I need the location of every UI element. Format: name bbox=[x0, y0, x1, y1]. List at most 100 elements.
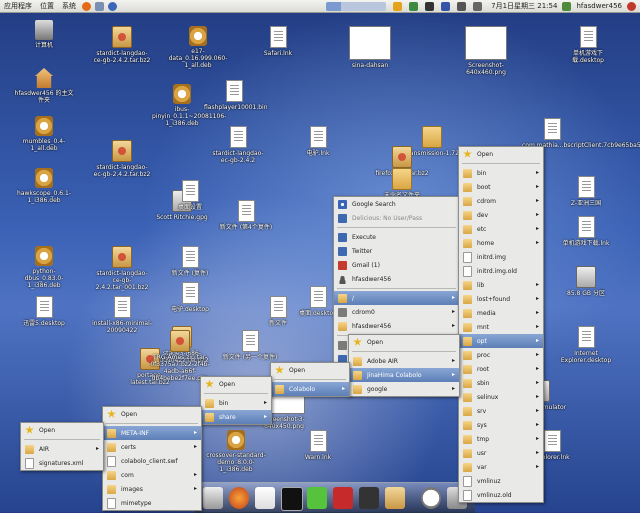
menu-item[interactable]: Open bbox=[271, 363, 349, 377]
menu-item[interactable]: hfasdwer456 bbox=[334, 272, 459, 286]
game-icon[interactable] bbox=[307, 487, 327, 509]
desktop-icon[interactable]: hawkscope_0.6.1-1_i386.deb bbox=[14, 168, 74, 204]
menu-item[interactable]: signatures.xml bbox=[21, 456, 103, 470]
desktop-icon[interactable]: 计算机 bbox=[14, 20, 74, 49]
desktop-icon[interactable]: Internet Explorer.desktop bbox=[556, 326, 616, 364]
menu-item[interactable]: Open bbox=[201, 377, 271, 391]
desktop-icon[interactable]: Safari.lnk bbox=[248, 26, 308, 57]
menu-item[interactable]: certs ▸ bbox=[103, 440, 201, 454]
menu-item[interactable]: hfasdwer456 ▸ bbox=[334, 319, 459, 333]
menu-item[interactable]: lost+found ▸ bbox=[459, 292, 543, 306]
menu-item[interactable]: bin ▸ bbox=[459, 166, 543, 180]
menu-item[interactable]: Twitter bbox=[334, 244, 459, 258]
menu-item[interactable]: root ▸ bbox=[459, 362, 543, 376]
desktop-icon[interactable]: 电驴.lnk bbox=[288, 126, 348, 157]
menu-item[interactable]: Google Search bbox=[334, 197, 459, 211]
media-icon[interactable] bbox=[333, 487, 353, 509]
menu-item[interactable]: JinaHima Colabolo ▸ bbox=[349, 368, 459, 382]
desktop-icon[interactable]: stardict-langdao-ec-gb-2.4.2 bbox=[208, 126, 268, 164]
desktop-icon[interactable]: python-dbus_0.83.0-1_i386.deb bbox=[14, 246, 74, 289]
menu-item[interactable]: google ▸ bbox=[349, 382, 459, 396]
menu-item[interactable]: vmlinuz bbox=[459, 474, 543, 488]
places-menu[interactable]: 位置 bbox=[36, 1, 58, 11]
volume-icon[interactable] bbox=[473, 1, 483, 11]
menu-item[interactable]: Gmail (1) bbox=[334, 258, 459, 272]
menu-item[interactable]: initrd.img.old bbox=[459, 264, 543, 278]
desktop-icon[interactable]: 单机游戏下载.lnk bbox=[556, 216, 616, 247]
desktop-icon[interactable]: mumbles_0.4-1_all.deb bbox=[14, 116, 74, 152]
menu-item[interactable]: colabolo_client.swf bbox=[103, 454, 201, 468]
firefox-icon[interactable] bbox=[229, 487, 249, 509]
menu-item[interactable]: Open bbox=[459, 147, 543, 161]
workspace-switcher-icon[interactable] bbox=[326, 1, 387, 11]
desktop-icon[interactable]: sina-dahsan bbox=[340, 26, 400, 69]
menu-item[interactable]: proc ▸ bbox=[459, 348, 543, 362]
menu-item[interactable]: selinux ▸ bbox=[459, 390, 543, 404]
menu-item[interactable]: META-INF ▸ bbox=[103, 426, 201, 440]
desktop-icon[interactable]: 桌面设置 bbox=[160, 180, 220, 211]
menu-item[interactable]: opt ▸ bbox=[459, 334, 543, 348]
menu-item[interactable]: mnt ▸ bbox=[459, 320, 543, 334]
panel-clock[interactable]: 7月1日星期三 21:54 bbox=[491, 1, 557, 11]
desktop-icon[interactable]: 新文件 (第4个复件) bbox=[216, 200, 276, 231]
menu-item[interactable]: etc ▸ bbox=[459, 222, 543, 236]
desktop-icon[interactable]: TRG-Ames.zip.tar-0f3375a7.bz2-2f4b-4adb-… bbox=[150, 330, 210, 382]
desktop-icon[interactable]: 新文件 (复件) bbox=[160, 246, 220, 277]
app-icon[interactable] bbox=[359, 487, 379, 509]
menu-item[interactable]: Open bbox=[349, 335, 459, 349]
desktop-icon[interactable]: 电驴.desktop bbox=[160, 282, 220, 313]
menu-item[interactable]: srv ▸ bbox=[459, 404, 543, 418]
menu-item[interactable]: Execute bbox=[334, 230, 459, 244]
menu-item[interactable]: boot ▸ bbox=[459, 180, 543, 194]
desktop-icon[interactable]: Screenshot-640x460.png bbox=[456, 26, 516, 76]
desktop-icon[interactable]: flashplayer10001.bin bbox=[204, 80, 268, 111]
menu-item[interactable]: sbin ▸ bbox=[459, 376, 543, 390]
menu-item[interactable]: Open bbox=[103, 407, 201, 421]
menu-item[interactable]: Colabolo ▸ bbox=[271, 382, 349, 396]
desktop-icon[interactable]: Warn.lnk bbox=[288, 430, 348, 461]
desktop-icon[interactable]: 单机游戏下载.desktop bbox=[558, 26, 618, 64]
menu-item[interactable]: cdrom0 ▸ bbox=[334, 305, 459, 319]
desktop-icon[interactable]: com.mathia...bscriptClient.7cb9e65ba55e6… bbox=[522, 118, 640, 149]
menu-item[interactable]: bin ▸ bbox=[201, 396, 271, 410]
menu-item[interactable]: Adobe AIR ▸ bbox=[349, 354, 459, 368]
power-icon[interactable] bbox=[627, 1, 636, 11]
menu-item[interactable]: media ▸ bbox=[459, 306, 543, 320]
tray-app-icon[interactable] bbox=[425, 1, 435, 11]
tray-app-icon[interactable] bbox=[409, 1, 419, 11]
applications-menu[interactable]: 应用程序 bbox=[0, 1, 36, 11]
panel-username[interactable]: hfasdwer456 bbox=[576, 2, 622, 10]
desktop-icon[interactable]: ibus-pinyin_0.1.1~20081106-1_i386.deb bbox=[152, 84, 226, 127]
help-icon[interactable] bbox=[108, 1, 117, 11]
menu-item[interactable]: var ▸ bbox=[459, 460, 543, 474]
desktop-icon[interactable]: stardict-langdao-ce-gb-2.4.2.tar_001.bz2 bbox=[92, 246, 152, 291]
desktop-icon[interactable]: crossover-standard-demo_8.0.0-1_i386.deb bbox=[206, 430, 266, 473]
clock-icon[interactable] bbox=[421, 487, 441, 509]
menu-item[interactable]: cdrom ▸ bbox=[459, 194, 543, 208]
desktop-icon[interactable]: Z-亚洲三国 bbox=[556, 176, 616, 207]
terminal-icon[interactable] bbox=[281, 487, 303, 511]
mail-icon[interactable] bbox=[95, 1, 104, 11]
menu-item[interactable]: sys ▸ bbox=[459, 418, 543, 432]
menu-item[interactable]: home ▸ bbox=[459, 236, 543, 250]
menu-item[interactable]: initrd.img bbox=[459, 250, 543, 264]
text-editor-icon[interactable] bbox=[255, 487, 275, 509]
desktop-icon[interactable]: 新文件 (另一个复件) bbox=[220, 330, 280, 361]
desktop-icon[interactable]: hfasdwer456 的主文件夹 bbox=[14, 68, 74, 104]
mail-icon[interactable] bbox=[203, 487, 223, 509]
desktop-icon[interactable]: e17-data_0.16.999.060-1_all.deb bbox=[168, 26, 228, 69]
menu-item[interactable]: mimetype bbox=[103, 496, 201, 510]
tray-app-icon[interactable] bbox=[393, 1, 403, 11]
desktop-icon[interactable]: 85.8 GB 分区 bbox=[556, 266, 616, 297]
menu-item[interactable]: Open bbox=[21, 423, 103, 437]
menu-item[interactable]: tmp ▸ bbox=[459, 432, 543, 446]
menu-item[interactable]: AIR ▸ bbox=[21, 442, 103, 456]
network-icon[interactable] bbox=[457, 1, 467, 11]
package-icon[interactable] bbox=[385, 487, 405, 509]
menu-item[interactable]: dev ▸ bbox=[459, 208, 543, 222]
menu-item[interactable]: share ▸ bbox=[201, 410, 271, 424]
browser-icon[interactable] bbox=[82, 1, 91, 11]
menu-item[interactable]: usr ▸ bbox=[459, 446, 543, 460]
desktop-icon[interactable]: stardict-langdao-ce-gb-2.4.2.tar.bz2 bbox=[92, 26, 152, 64]
desktop-icon[interactable]: stardict-langdao-ec-gb-2.4.2.tar.bz2 bbox=[92, 140, 152, 178]
